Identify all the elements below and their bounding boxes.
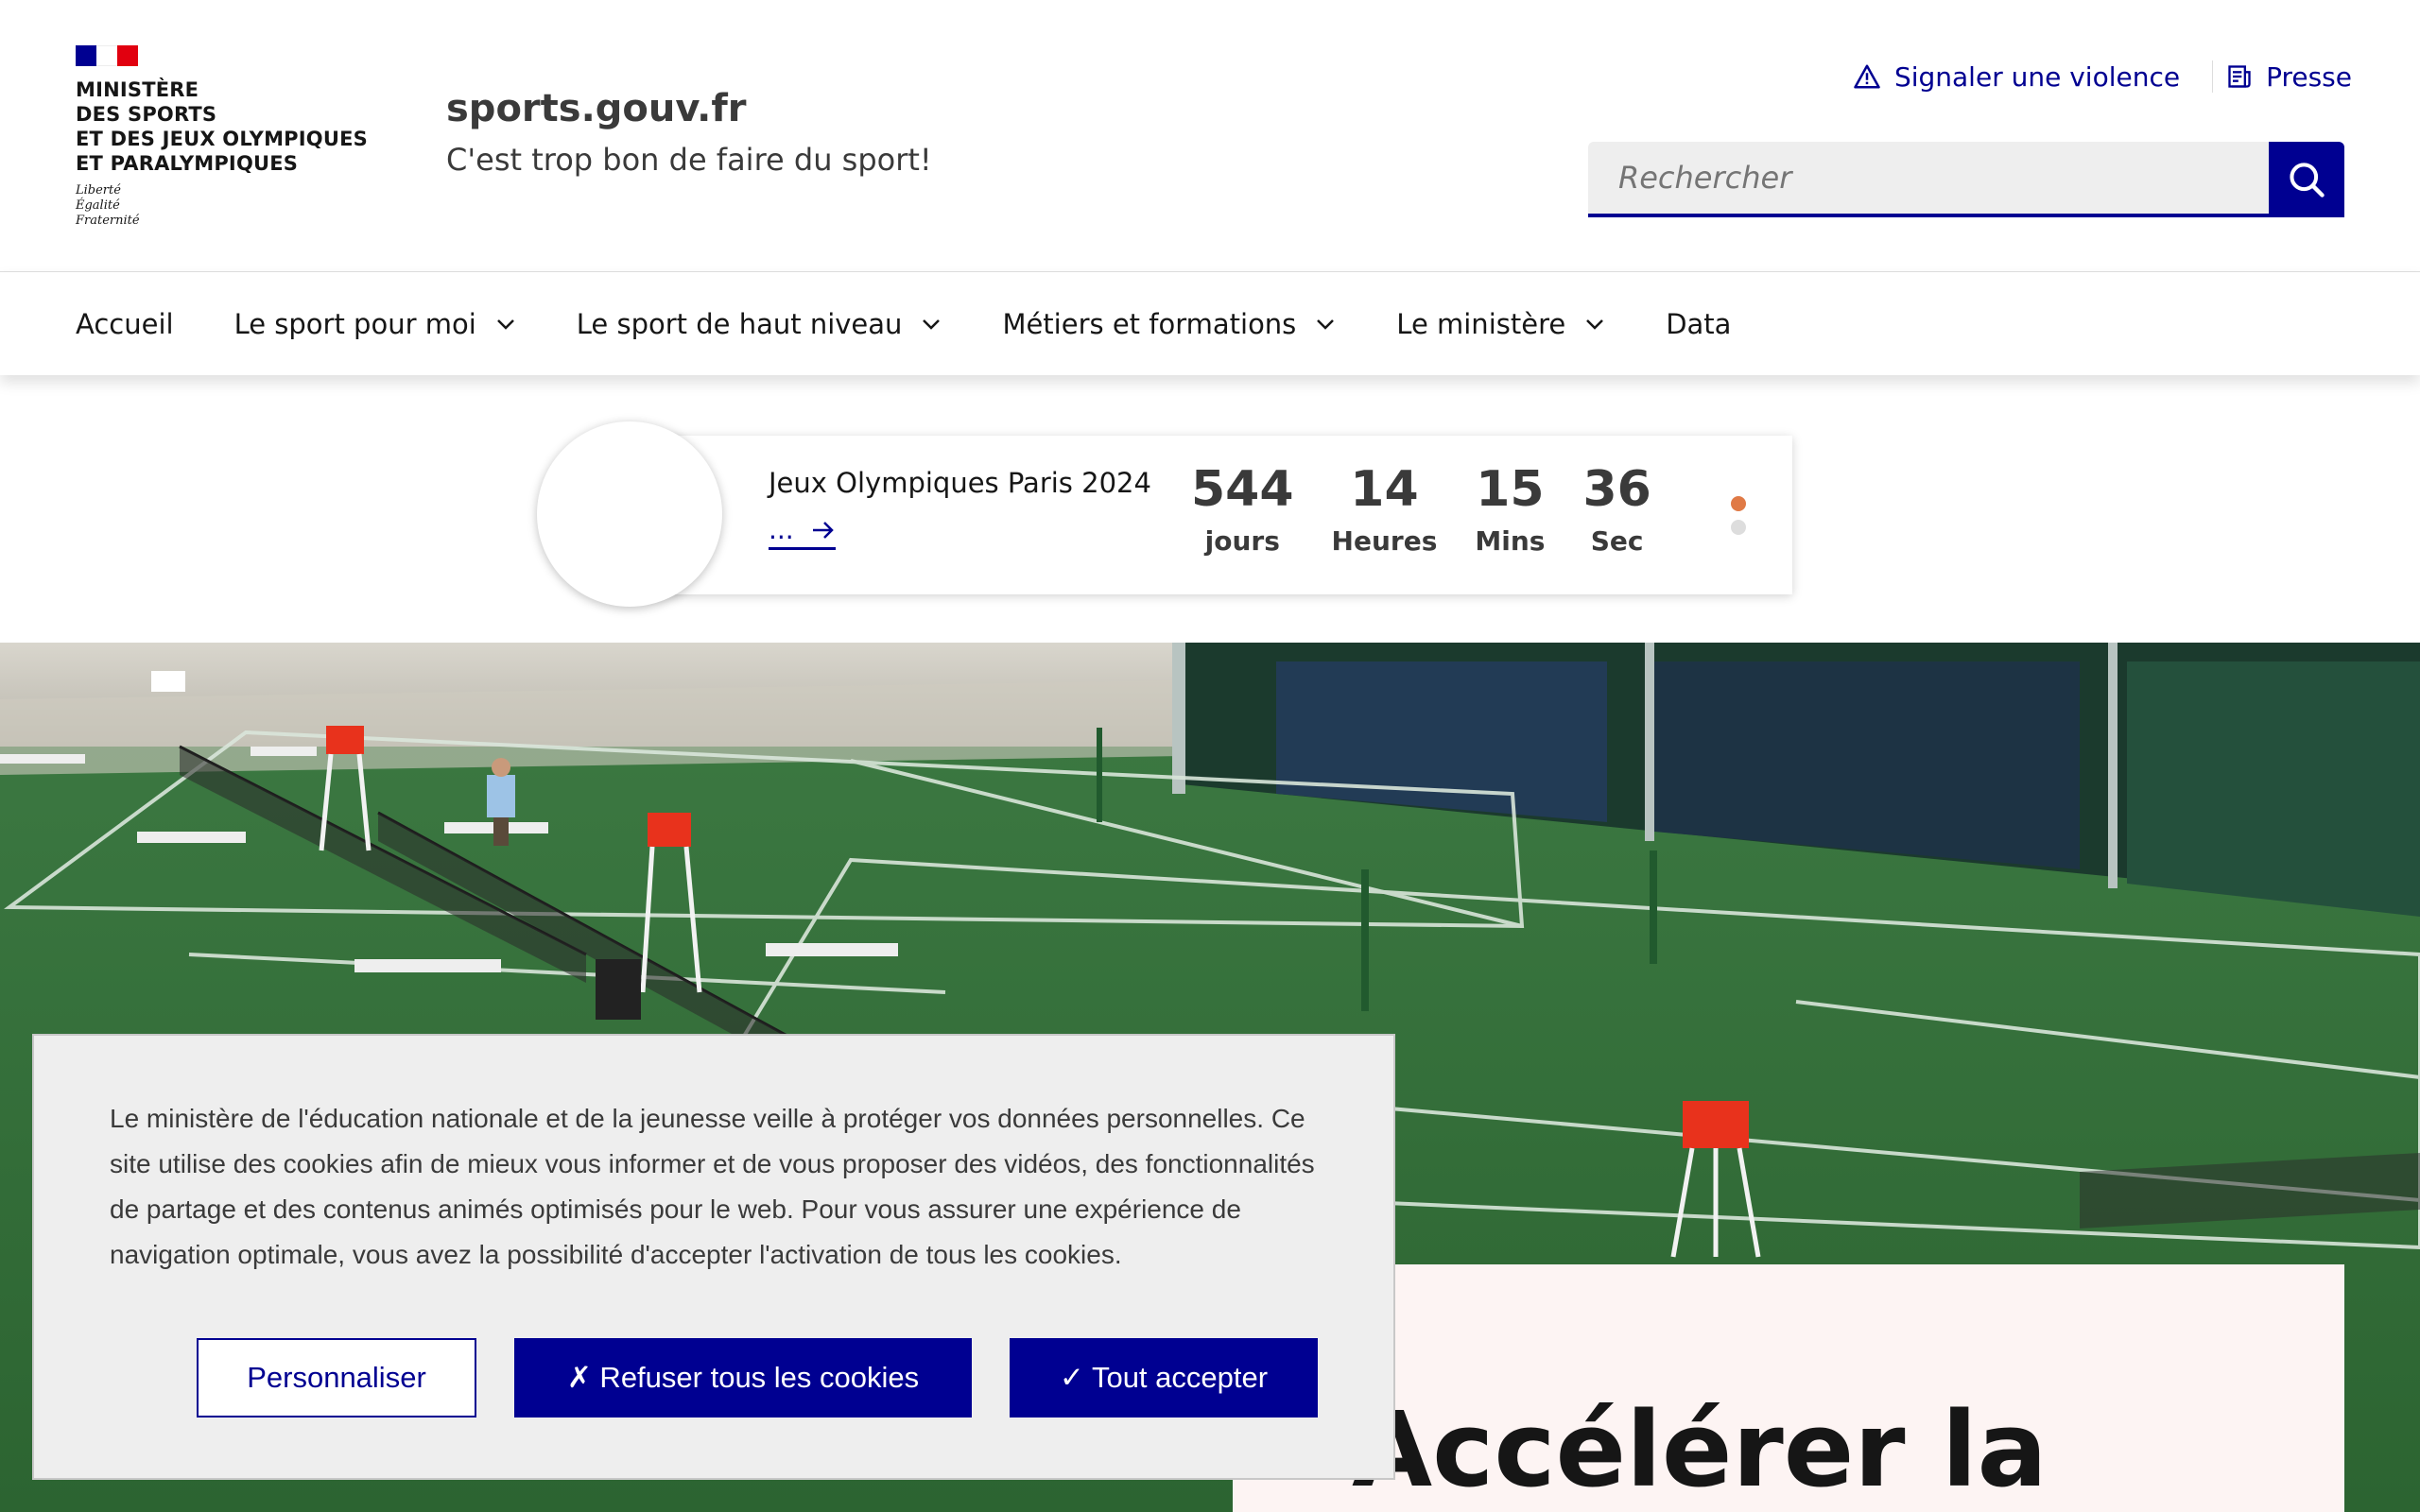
- cookie-consent-banner: Le ministère de l'éducation nationale et…: [32, 1034, 1395, 1480]
- nav-label: Le sport de haut niveau: [576, 307, 903, 340]
- countdown-value: 15: [1476, 461, 1545, 518]
- search-bar: [1588, 142, 2344, 217]
- nav-item-accueil[interactable]: Accueil: [76, 308, 174, 340]
- republic-motto: Liberté Égalité Fraternité: [76, 183, 140, 228]
- cookie-actions: Personnaliser ✗ Refuser tous les cookies…: [197, 1338, 1356, 1418]
- arrow-right-icon: [812, 521, 834, 539]
- countdown-unit-label: Heures: [1331, 525, 1438, 557]
- header-tools: Signaler une violence Presse: [1853, 60, 2352, 93]
- nav-label: Métiers et formations: [1002, 307, 1297, 340]
- nav-item-sport-haut-niveau[interactable]: Le sport de haut niveau: [577, 308, 942, 340]
- nav-item-ministere[interactable]: Le ministère: [1396, 308, 1605, 340]
- nav-label: Accueil: [76, 307, 174, 340]
- countdown-days: 544 jours: [1191, 459, 1294, 557]
- nav-label: Le sport pour moi: [233, 307, 476, 340]
- countdown-title: Jeux Olympiques Paris 2024: [769, 467, 1151, 499]
- nav-label: Le ministère: [1396, 307, 1566, 340]
- countdown-more-link[interactable]: ...: [769, 514, 836, 550]
- customize-cookies-button[interactable]: Personnaliser: [197, 1338, 476, 1418]
- countdown-hours: 14 Heures: [1332, 459, 1438, 557]
- chevron-down-icon: [923, 318, 941, 330]
- nav-item-data[interactable]: Data: [1666, 308, 1731, 340]
- warning-icon: [1854, 64, 1880, 89]
- site-header: MINISTÈRE DES SPORTS ET DES JEUX OLYMPIQ…: [0, 0, 2420, 271]
- cookie-consent-text: Le ministère de l'éducation nationale et…: [110, 1104, 1315, 1269]
- press-link[interactable]: Presse: [2226, 61, 2352, 93]
- report-violence-link[interactable]: Signaler une violence: [1853, 61, 2180, 93]
- toplinks-divider: [2212, 60, 2214, 93]
- countdown-timer: 544 jours 14 Heures 15 Mins 36 Sec: [1191, 459, 1689, 557]
- ministry-name: MINISTÈRE DES SPORTS ET DES JEUX OLYMPIQ…: [76, 78, 368, 175]
- carousel-dot-active[interactable]: [1731, 496, 1746, 511]
- countdown-seconds: 36 Sec: [1582, 459, 1651, 557]
- search-icon: [2290, 163, 2325, 198]
- site-tagline: C'est trop bon de faire du sport!: [446, 142, 932, 178]
- site-title[interactable]: sports.gouv.fr: [446, 87, 747, 130]
- nav-label: Data: [1666, 307, 1732, 340]
- hero-heading: Accélérer la: [1352, 1389, 2048, 1510]
- french-flag-icon: [76, 45, 138, 66]
- countdown-unit-label: Mins: [1475, 525, 1546, 557]
- press-label: Presse: [2266, 60, 2352, 93]
- carousel-dot[interactable]: [1731, 520, 1746, 535]
- chevron-down-icon: [1317, 318, 1335, 330]
- accept-cookies-button[interactable]: ✓ Tout accepter: [1010, 1338, 1318, 1418]
- countdown-value: 544: [1191, 461, 1294, 518]
- nav-item-metiers-formations[interactable]: Métiers et formations: [1002, 308, 1336, 340]
- chevron-down-icon: [1586, 318, 1604, 330]
- search-input[interactable]: [1588, 142, 2269, 217]
- ministry-logo[interactable]: MINISTÈRE DES SPORTS ET DES JEUX OLYMPIQ…: [76, 45, 388, 229]
- refuse-cookies-button[interactable]: ✗ Refuser tous les cookies: [514, 1338, 972, 1418]
- countdown-unit-label: jours: [1204, 525, 1280, 557]
- newspaper-icon: [2228, 65, 2251, 88]
- report-violence-label: Signaler une violence: [1893, 60, 2181, 93]
- chevron-down-icon: [496, 318, 514, 330]
- countdown-value: 36: [1582, 461, 1651, 518]
- countdown-value: 14: [1350, 461, 1419, 518]
- olympics-logo-circle: [537, 421, 722, 607]
- countdown-link-label: ...: [769, 514, 794, 545]
- main-navigation: Accueil Le sport pour moi Le sport de ha…: [0, 271, 2420, 375]
- countdown-minutes: 15 Mins: [1475, 459, 1545, 557]
- countdown-unit-label: Sec: [1590, 525, 1644, 557]
- search-button[interactable]: [2269, 142, 2344, 217]
- nav-item-sport-pour-moi[interactable]: Le sport pour moi: [234, 308, 516, 340]
